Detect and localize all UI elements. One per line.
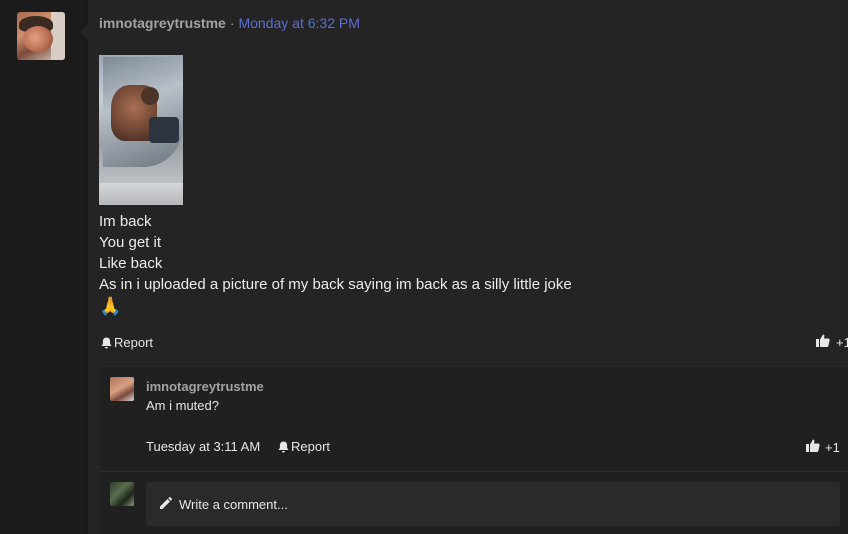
post-body: Im back You get it Like back As in i upl… [99,211,572,317]
report-label: Report [291,439,331,454]
avatar-background [51,12,65,60]
post-timestamp-link[interactable]: Monday at 6:32 PM [238,15,359,31]
header-separator: · [229,15,235,31]
post-like-button[interactable]: +1 [816,334,848,350]
post-pointer-arrow [80,24,88,40]
post-line: You get it [99,234,161,251]
like-count: +1 [836,334,848,350]
post-line: As in i uploaded a picture of my back sa… [99,276,572,293]
author-avatar[interactable] [17,12,65,60]
current-user-avatar [110,482,134,506]
image-head [141,87,159,105]
post-report-button[interactable]: Report [101,335,153,350]
thumbs-up-icon [816,334,830,350]
write-comment-input[interactable]: Write a comment... [146,482,840,526]
post-line: Im back [99,213,152,230]
like-count: +1 [825,439,840,455]
post-line: Like back [99,255,163,272]
comment-composer: Write a comment... [100,471,848,534]
write-comment-placeholder: Write a comment... [179,496,288,512]
folded-hands-emoji: 🙏 [99,296,122,316]
comment-author-link[interactable]: imnotagreytrustme [146,379,264,394]
profile-post: imnotagreytrustme · Monday at 6:32 PM Im b… [88,0,848,534]
pencil-icon [160,496,173,512]
image-counter [99,183,183,205]
bell-icon [278,441,289,453]
comment-like-button[interactable]: +1 [806,439,840,455]
avatar-face [23,26,53,52]
left-gutter [0,0,87,534]
post-header: imnotagreytrustme · Monday at 6:32 PM [99,15,360,31]
thumbs-up-icon [806,439,820,455]
comment-report-button[interactable]: Report [278,439,330,454]
post-attachment-image[interactable] [99,55,183,205]
comment-timestamp-link[interactable]: Tuesday at 3:11 AM [146,439,260,454]
comment-body: Am i muted? [146,398,219,413]
bell-icon [101,337,112,349]
post-author-link[interactable]: imnotagreytrustme [99,15,226,31]
image-shadow [149,117,179,143]
report-label: Report [114,335,154,350]
comment-author-avatar[interactable] [110,377,134,401]
comment-item: imnotagreytrustme Am i muted? Tuesday at… [100,366,848,471]
